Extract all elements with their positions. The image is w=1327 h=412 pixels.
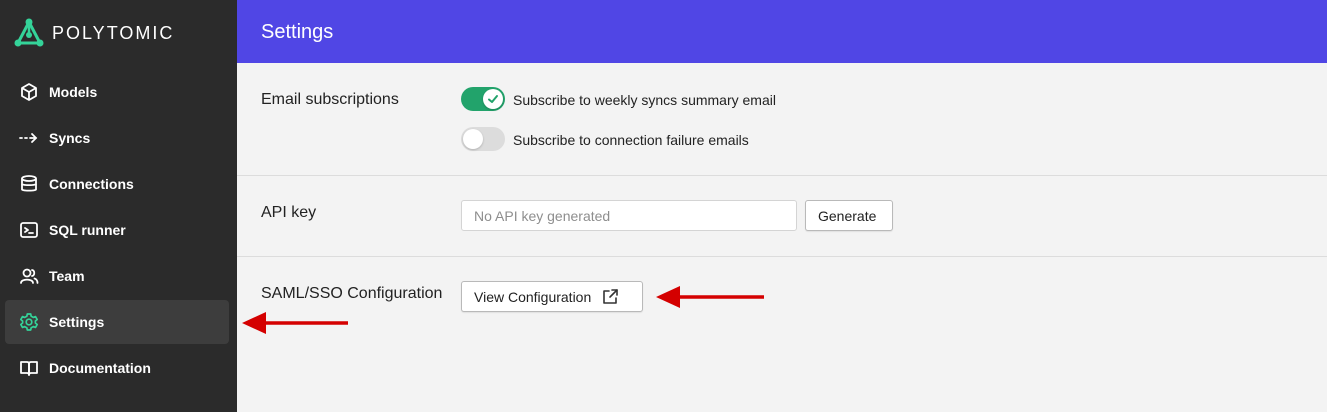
sidebar-item-label: Team: [49, 268, 85, 284]
section-divider: [237, 175, 1327, 176]
database-icon: [19, 174, 39, 194]
terminal-icon: [19, 220, 39, 240]
sidebar-item-label: Models: [49, 84, 98, 100]
polytomic-logo-icon: [14, 18, 44, 47]
saml-sso-label: SAML/SSO Configuration: [261, 285, 443, 302]
external-link-icon: [603, 288, 619, 304]
page-title: Settings: [261, 21, 334, 43]
sidebar-item-documentation[interactable]: Documentation: [5, 346, 229, 390]
toggle-knob: [463, 129, 483, 149]
sidebar-item-sql-runner[interactable]: SQL runner: [5, 208, 229, 252]
dashed-arrow-icon: [19, 128, 39, 148]
weekly-summary-toggle[interactable]: [461, 87, 505, 111]
checkmark-icon: [488, 95, 498, 103]
toggle-knob: [483, 89, 503, 109]
book-icon: [19, 358, 39, 378]
gear-icon: [19, 312, 39, 332]
sidebar-item-label: Syncs: [49, 130, 91, 146]
sidebar-item-connections[interactable]: Connections: [5, 162, 229, 206]
generate-button[interactable]: Generate: [805, 200, 893, 231]
weekly-summary-label: Subscribe to weekly syncs summary email: [513, 92, 776, 108]
users-icon: [19, 266, 39, 286]
sidebar-item-label: Connections: [49, 176, 134, 192]
sidebar-item-models[interactable]: Models: [5, 70, 229, 114]
section-divider: [237, 256, 1327, 257]
sidebar-item-label: Settings: [49, 314, 105, 330]
sidebar: POLYTOMIC Models Syncs Connections SQL r…: [0, 0, 237, 412]
logo[interactable]: POLYTOMIC: [14, 18, 174, 48]
view-configuration-button[interactable]: View Configuration: [461, 281, 643, 312]
page-header: Settings: [237, 0, 1327, 63]
sidebar-item-label: SQL runner: [49, 222, 126, 238]
api-key-label: API key: [261, 204, 317, 221]
cube-icon: [19, 82, 39, 102]
view-configuration-label: View Configuration: [474, 288, 592, 305]
sidebar-item-label: Documentation: [49, 360, 151, 376]
sidebar-item-team[interactable]: Team: [5, 254, 229, 298]
api-key-input[interactable]: [461, 200, 797, 231]
connection-failure-toggle[interactable]: [461, 127, 505, 151]
annotation-arrow-settings: [242, 312, 348, 334]
brand-name: POLYTOMIC: [52, 22, 175, 43]
settings-panel: Email subscriptions Subscribe to weekly …: [237, 63, 1327, 412]
sidebar-item-syncs[interactable]: Syncs: [5, 116, 229, 160]
sidebar-item-settings[interactable]: Settings: [5, 300, 229, 344]
email-subscriptions-label: Email subscriptions: [261, 91, 399, 108]
annotation-arrow-saml: [656, 286, 764, 308]
connection-failure-label: Subscribe to connection failure emails: [513, 132, 749, 148]
